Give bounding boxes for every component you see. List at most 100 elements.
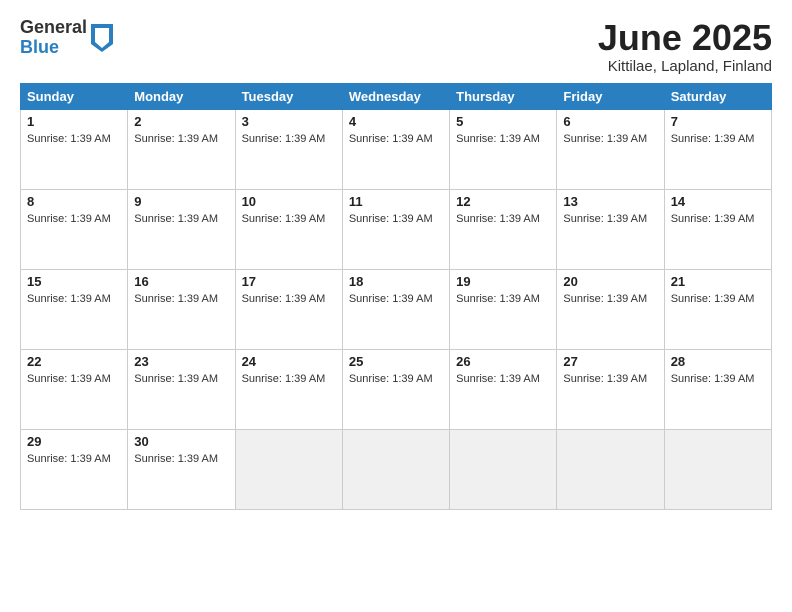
day-number: 22 [27, 354, 121, 369]
day-number: 3 [242, 114, 336, 129]
day-number: 5 [456, 114, 550, 129]
logo-blue: Blue [20, 38, 87, 58]
calendar-cell: 23 Sunrise: 1:39 AM [128, 349, 235, 429]
calendar-cell: 9Sunrise: 1:39 AM [128, 189, 235, 269]
day-number: 10 [242, 194, 336, 209]
sunrise-text: Sunrise: 1:39 AM [671, 293, 755, 305]
calendar-cell: 20 Sunrise: 1:39 AM [557, 269, 664, 349]
sunrise-text: Sunrise: 1:39 AM [456, 293, 540, 305]
sunrise-text: Sunrise: 1:39 AM [134, 373, 218, 385]
calendar-cell: 8 Sunrise: 1:39 AM [21, 189, 128, 269]
calendar-cell: 27Sunrise: 1:39 AM [557, 349, 664, 429]
location: Kittilae, Lapland, Finland [598, 58, 772, 75]
calendar-cell [235, 429, 342, 509]
day-number: 26 [456, 354, 550, 369]
day-number: 8 [27, 194, 121, 209]
day-number: 14 [671, 194, 765, 209]
col-header-sunday: Sunday [21, 83, 128, 109]
calendar-cell: 15Sunrise: 1:39 AM [21, 269, 128, 349]
day-number: 24 [242, 354, 336, 369]
title-block: June 2025 Kittilae, Lapland, Finland [598, 18, 772, 75]
day-number: 9 [134, 194, 228, 209]
day-number: 23 [134, 354, 228, 369]
page: General Blue June 2025 Kittilae, Lapland… [0, 0, 792, 612]
calendar-cell: 22 Sunrise: 1:39 AM [21, 349, 128, 429]
sunrise-text: Sunrise: 1:39 AM [242, 213, 326, 225]
week-row-1: 1 Sunrise: 1:39 AM 2 Sunrise: 1:39 AM 3 Sunri… [21, 109, 772, 189]
col-header-friday: Friday [557, 83, 664, 109]
day-number: 21 [671, 274, 765, 289]
sunrise-text: Sunrise: 1:39 AM [563, 293, 647, 305]
sunrise-text: Sunrise: 1:39 AM [134, 453, 218, 465]
month-title: June 2025 [598, 18, 772, 58]
calendar-cell: 29 Sunrise: 1:39 AM [21, 429, 128, 509]
calendar-cell [450, 429, 557, 509]
col-header-monday: Monday [128, 83, 235, 109]
calendar-cell: 2 Sunrise: 1:39 AM [128, 109, 235, 189]
calendar-cell: 1 Sunrise: 1:39 AM [21, 109, 128, 189]
day-number: 15 [27, 274, 121, 289]
sunrise-text: Sunrise: 1:39 AM [456, 373, 540, 385]
day-number: 29 [27, 434, 121, 449]
day-number: 28 [671, 354, 765, 369]
col-header-saturday: Saturday [664, 83, 771, 109]
sunrise-text: Sunrise: 1:39 AM [671, 133, 755, 145]
calendar-cell: 26 Sunrise: 1:39 AM [450, 349, 557, 429]
calendar-cell: 25Sunrise: 1:39 AM [342, 349, 449, 429]
logo-icon [91, 24, 113, 52]
day-number: 1 [27, 114, 121, 129]
sunrise-text: Sunrise: 1:39 AM [27, 133, 111, 145]
header-row: SundayMondayTuesdayWednesdayThursdayFrid… [21, 83, 772, 109]
day-number: 17 [242, 274, 336, 289]
calendar-cell: 3 Sunrise: 1:39 AM [235, 109, 342, 189]
sunrise-text: Sunrise: 1:39 AM [27, 453, 111, 465]
calendar: SundayMondayTuesdayWednesdayThursdayFrid… [20, 83, 772, 510]
sunrise-text: Sunrise: 1:39 AM [242, 373, 326, 385]
sunrise-text: Sunrise: 1:39 AM [563, 373, 647, 385]
calendar-cell: 18 Sunrise: 1:39 AM [342, 269, 449, 349]
sunrise-text: Sunrise: 1:39 AM [349, 373, 433, 385]
day-number: 18 [349, 274, 443, 289]
day-number: 4 [349, 114, 443, 129]
calendar-cell: 6 Sunrise: 1:39 AM [557, 109, 664, 189]
sunrise-text: Sunrise: 1:39 AM [134, 293, 218, 305]
logo: General Blue [20, 18, 113, 58]
sunrise-text: Sunrise: 1:39 AM [349, 213, 433, 225]
sunrise-text: Sunrise: 1:39 AM [456, 133, 540, 145]
sunrise-text: Sunrise: 1:39 AM [349, 293, 433, 305]
calendar-cell: 11 Sunrise: 1:39 AM [342, 189, 449, 269]
sunrise-text: Sunrise: 1:39 AM [242, 133, 326, 145]
sunrise-text: Sunrise: 1:39 AM [349, 133, 433, 145]
calendar-cell: 17Sunrise: 1:39 AM [235, 269, 342, 349]
sunrise-text: Sunrise: 1:39 AM [27, 373, 111, 385]
day-number: 20 [563, 274, 657, 289]
calendar-cell: 14 Sunrise: 1:39 AM [664, 189, 771, 269]
day-number: 13 [563, 194, 657, 209]
sunrise-text: Sunrise: 1:39 AM [134, 133, 218, 145]
week-row-3: 15Sunrise: 1:39 AM16Sunrise: 1:39 AM17Su… [21, 269, 772, 349]
day-number: 30 [134, 434, 228, 449]
col-header-thursday: Thursday [450, 83, 557, 109]
day-number: 2 [134, 114, 228, 129]
header: General Blue June 2025 Kittilae, Lapland… [20, 18, 772, 75]
logo-text: General Blue [20, 18, 87, 58]
logo-general: General [20, 18, 87, 38]
calendar-cell: 12Sunrise: 1:39 AM [450, 189, 557, 269]
day-number: 11 [349, 194, 443, 209]
sunrise-text: Sunrise: 1:39 AM [671, 213, 755, 225]
calendar-cell: 7Sunrise: 1:39 AM [664, 109, 771, 189]
calendar-cell: 16Sunrise: 1:39 AM [128, 269, 235, 349]
week-row-4: 22 Sunrise: 1:39 AM 23 Sunrise: 1:39 AM 24 Su… [21, 349, 772, 429]
calendar-cell: 10 Sunrise: 1:39 AM [235, 189, 342, 269]
calendar-cell: 19Sunrise: 1:39 AM [450, 269, 557, 349]
calendar-cell: 13Sunrise: 1:39 AM [557, 189, 664, 269]
day-number: 6 [563, 114, 657, 129]
sunrise-text: Sunrise: 1:39 AM [563, 133, 647, 145]
calendar-cell: 28Sunrise: 1:39 AM [664, 349, 771, 429]
calendar-cell: 24 Sunrise: 1:39 AM [235, 349, 342, 429]
calendar-cell: 4 Sunrise: 1:39 AM [342, 109, 449, 189]
week-row-5: 29 Sunrise: 1:39 AM 30 Sunrise: 1:39 AM [21, 429, 772, 509]
calendar-header: SundayMondayTuesdayWednesdayThursdayFrid… [21, 83, 772, 109]
calendar-cell [342, 429, 449, 509]
sunrise-text: Sunrise: 1:39 AM [27, 213, 111, 225]
